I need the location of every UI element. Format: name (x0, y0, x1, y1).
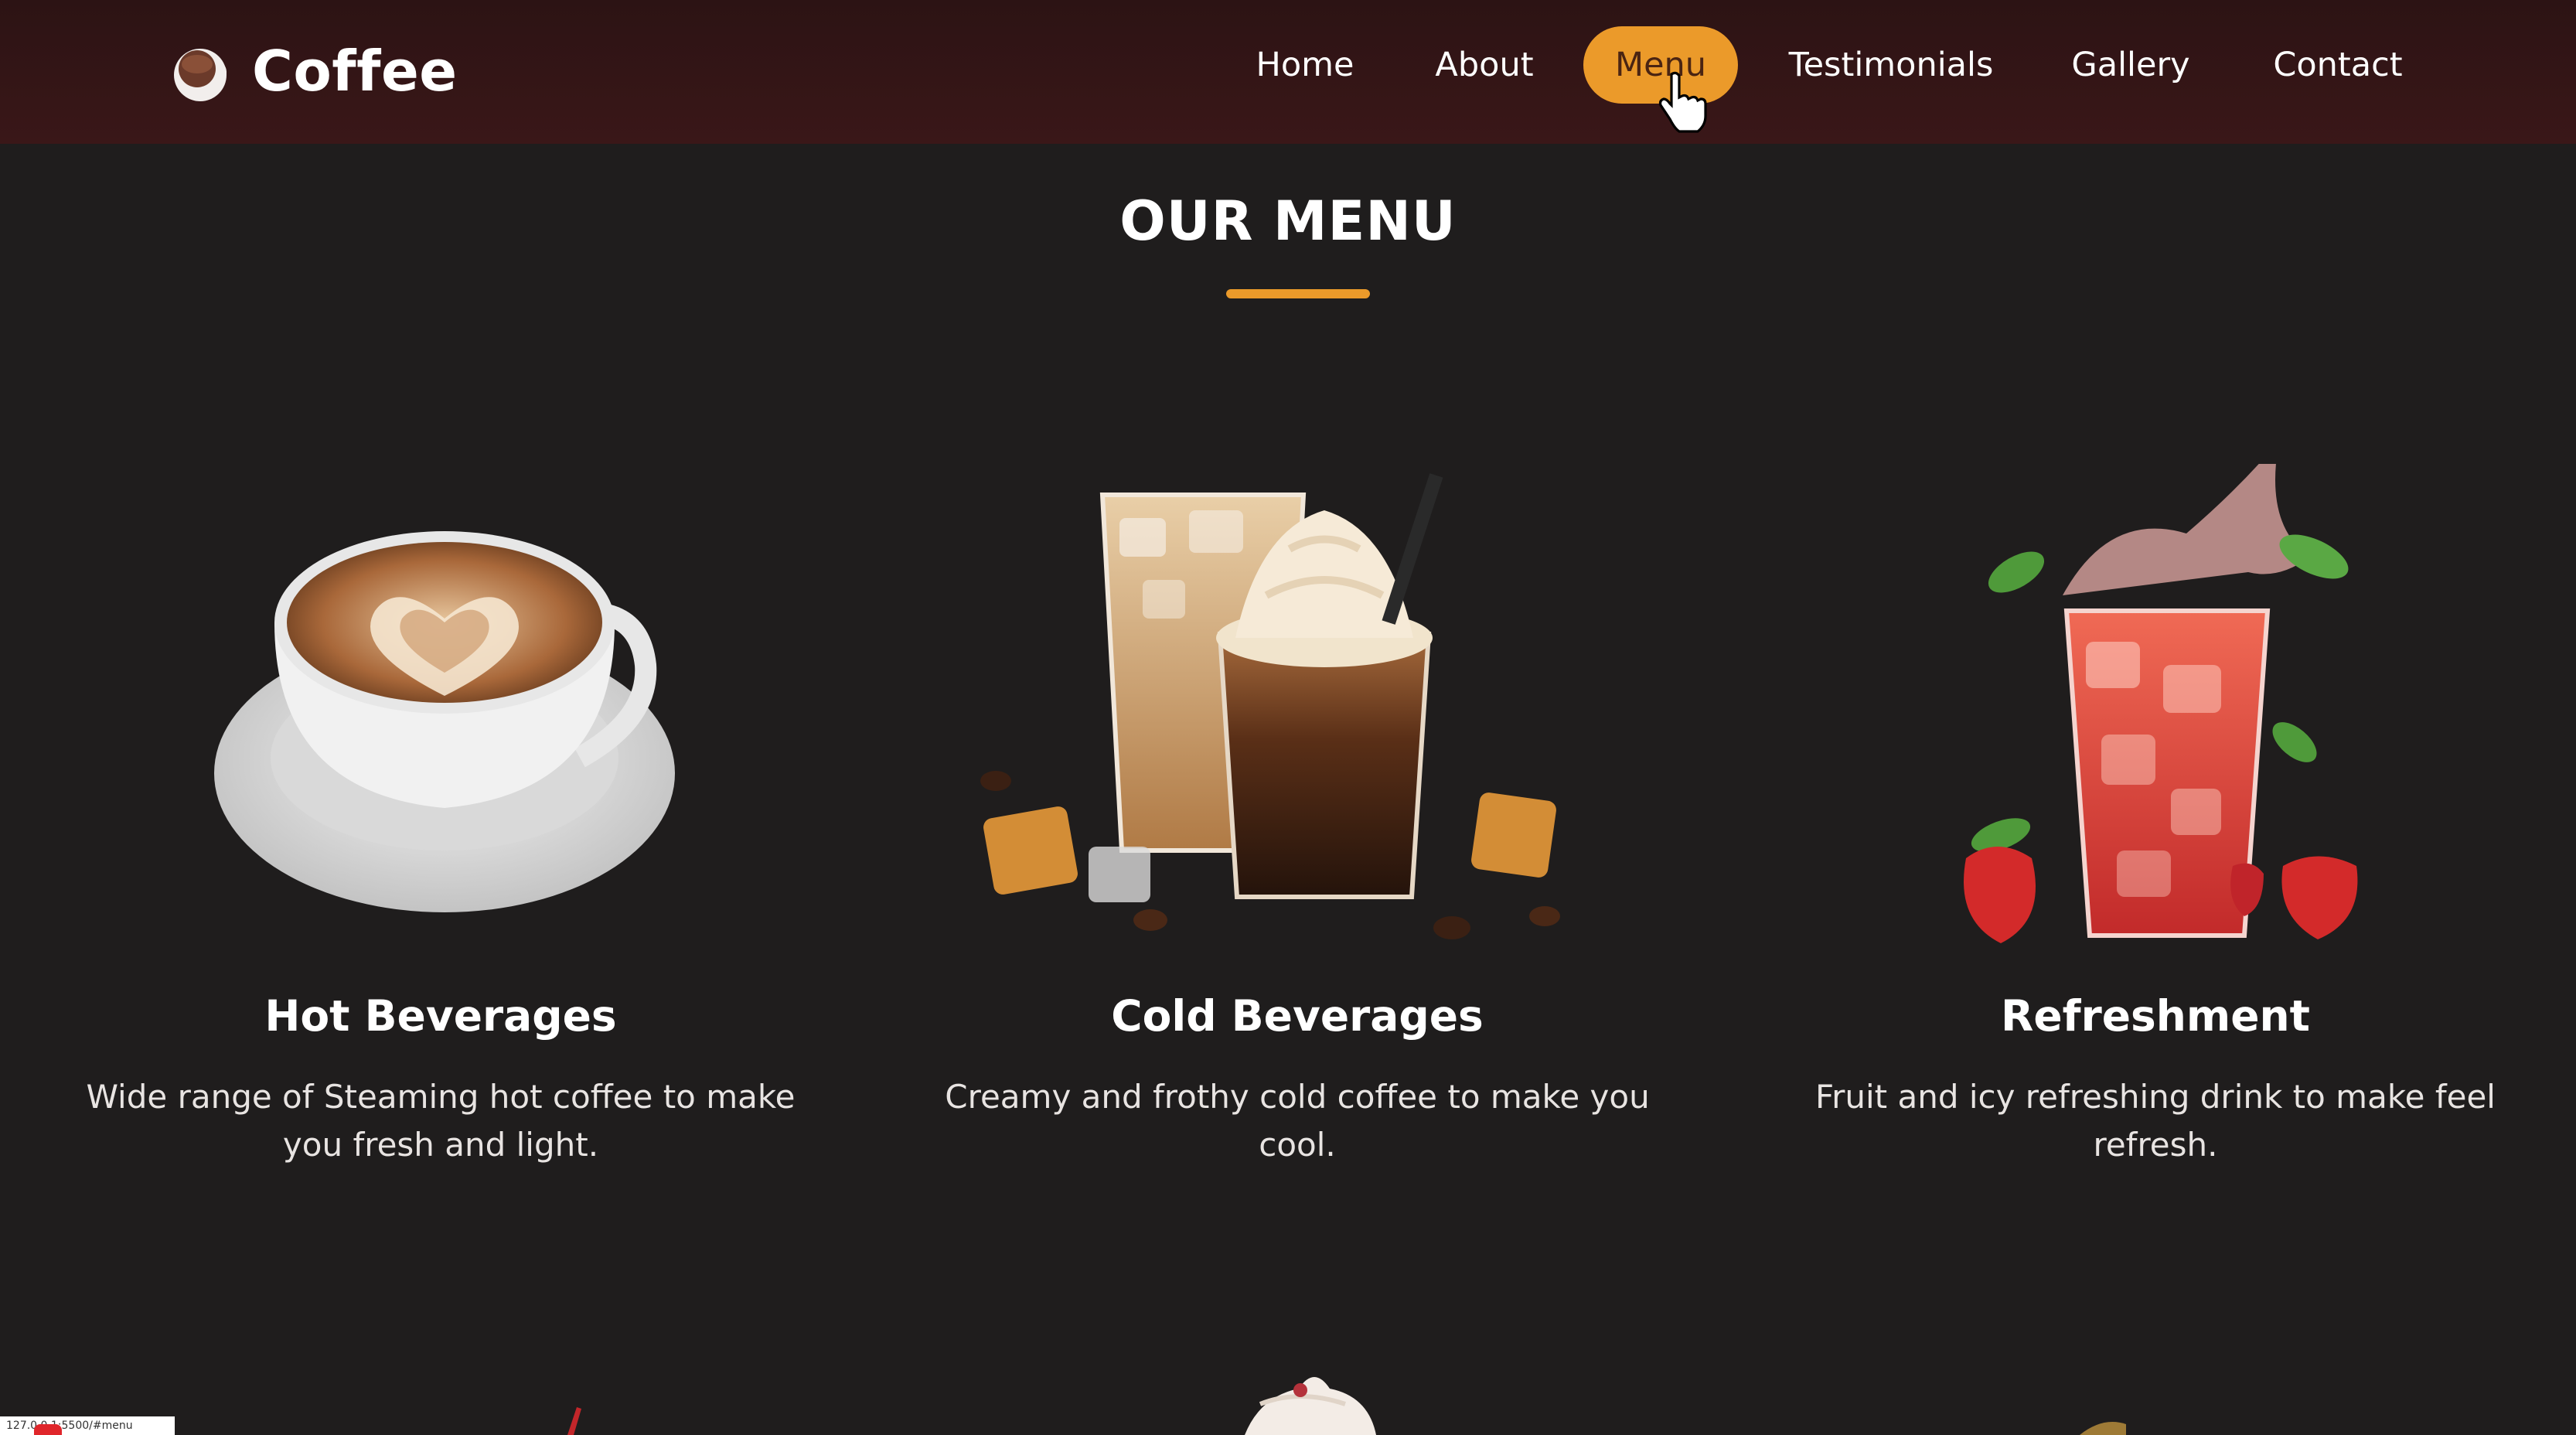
nav-link-home[interactable]: Home (1243, 26, 1367, 104)
menu-card-hot-beverages[interactable]: Hot Beverages Wide range of Steaming hot… (54, 464, 827, 1175)
card-title: Hot Beverages (264, 991, 617, 1041)
nav-link-about[interactable]: About (1423, 26, 1546, 104)
menu-card-cold-beverages[interactable]: Cold Beverages Creamy and frothy cold co… (911, 464, 1684, 1175)
brand-logo[interactable]: Coffee (172, 32, 458, 110)
section-title: OUR MENU (1119, 189, 1457, 253)
next-row-image-center (1245, 1377, 1376, 1435)
nav-link-gallery[interactable]: Gallery (2056, 26, 2205, 104)
next-row-image-left (567, 1407, 581, 1435)
hand-cursor-icon (1658, 71, 1707, 133)
latte-art-cup-image (214, 531, 675, 912)
nav-link-contact[interactable]: Contact (2261, 26, 2415, 104)
nav-link-testimonials[interactable]: Testimonials (1775, 26, 2007, 104)
card-description: Wide range of Steaming hot coffee to mak… (86, 1078, 796, 1164)
recording-indicator (34, 1424, 62, 1435)
iced-coffee-glasses-image (980, 473, 1560, 939)
title-underline (1226, 289, 1370, 298)
card-title: Refreshment (2001, 991, 2310, 1041)
coffee-cup-icon (174, 49, 227, 101)
card-description: Creamy and frothy cold coffee to make yo… (945, 1078, 1650, 1164)
next-row-image-right (2080, 1422, 2126, 1435)
strawberry-iced-drink-image (1964, 464, 2358, 943)
navbar: Coffee Home About Menu Testimonials Gall… (0, 0, 2576, 144)
menu-card-refreshment[interactable]: Refreshment Fruit and icy refreshing dri… (1769, 464, 2542, 1175)
brand-name: Coffee (252, 39, 458, 104)
browser-status-url: 127.0.0.1:5500/#menu (0, 1416, 175, 1435)
card-description: Fruit and icy refreshing drink to make f… (1815, 1078, 2496, 1164)
card-title: Cold Beverages (1111, 991, 1484, 1041)
